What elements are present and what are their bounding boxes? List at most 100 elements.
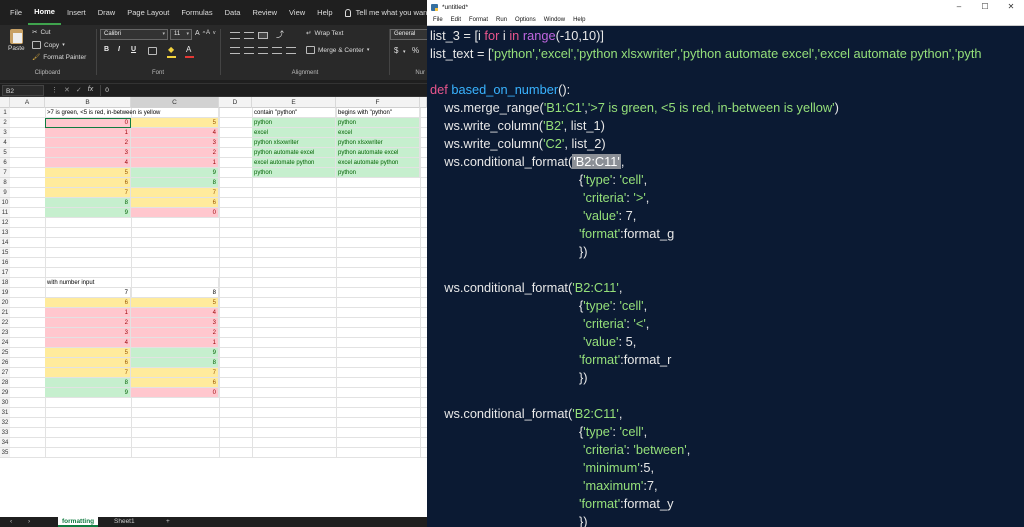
code-editor[interactable]: list_3 = [i for i in range(-10,10)] list… <box>427 27 1024 527</box>
text-cell[interactable]: python <box>336 118 420 128</box>
data-cell[interactable]: 3 <box>45 328 131 338</box>
data-cell[interactable]: 5 <box>45 168 131 178</box>
data-cell[interactable]: 0 <box>45 118 131 128</box>
data-cell[interactable]: 6 <box>45 358 131 368</box>
italic-button[interactable]: I <box>118 46 120 53</box>
data-cell[interactable]: 2 <box>45 318 131 328</box>
section-title-cell[interactable]: with number input <box>45 278 219 288</box>
sheet-tab-sheet1[interactable]: Sheet1 <box>110 517 139 527</box>
data-cell[interactable]: 0 <box>131 388 219 398</box>
column-f-header[interactable]: begins with "python" <box>336 108 420 118</box>
data-cell[interactable]: 4 <box>131 308 219 318</box>
text-cell[interactable]: excel automate python <box>336 158 420 168</box>
increase-font-button[interactable]: A ^ <box>195 30 205 37</box>
data-cell[interactable]: 1 <box>45 128 131 138</box>
column-e-header[interactable]: contain "python" <box>252 108 336 118</box>
idle-menu-format[interactable]: Format <box>465 17 492 23</box>
align-bottom-icon[interactable] <box>258 32 268 39</box>
text-cell[interactable]: python automate excel <box>252 148 336 158</box>
data-cell[interactable]: 4 <box>45 338 131 348</box>
data-cell[interactable]: 8 <box>131 358 219 368</box>
next-sheet-icon[interactable]: › <box>24 517 34 527</box>
data-cell[interactable]: 4 <box>45 158 131 168</box>
data-cell[interactable]: 9 <box>131 168 219 178</box>
borders-icon[interactable] <box>148 47 157 55</box>
menu-insert[interactable]: Insert <box>61 0 92 25</box>
data-cell[interactable]: 9 <box>131 348 219 358</box>
data-cell[interactable]: 6 <box>131 378 219 388</box>
paste-button[interactable]: Paste <box>8 29 25 52</box>
data-cell[interactable]: 3 <box>131 318 219 328</box>
data-cell[interactable]: 2 <box>131 328 219 338</box>
text-cell[interactable]: python <box>252 168 336 178</box>
close-icon[interactable]: ✕ <box>998 0 1024 14</box>
data-cell[interactable]: 8 <box>45 378 131 388</box>
align-top-icon[interactable] <box>230 32 240 39</box>
data-cell[interactable]: 7 <box>45 288 131 298</box>
text-cell[interactable]: excel <box>252 128 336 138</box>
cancel-icon[interactable]: ✕ <box>64 86 70 94</box>
menu-help[interactable]: Help <box>311 0 338 25</box>
percent-button[interactable]: % <box>412 46 419 55</box>
maximize-icon[interactable]: ☐ <box>972 0 998 14</box>
number-format-dropdown[interactable]: General <box>390 29 427 40</box>
data-cell[interactable]: 8 <box>45 198 131 208</box>
text-cell[interactable]: python automate excel <box>336 148 420 158</box>
copy-button[interactable]: Copy ▾ <box>32 41 65 49</box>
fill-color-icon[interactable]: ◆ <box>168 45 174 54</box>
text-cell[interactable]: excel automate python <box>252 158 336 168</box>
align-left-icon[interactable] <box>230 47 240 54</box>
align-right-icon[interactable] <box>258 47 268 54</box>
data-cell[interactable]: 2 <box>131 148 219 158</box>
data-cell[interactable]: 5 <box>131 298 219 308</box>
data-cell[interactable]: 8 <box>131 178 219 188</box>
data-cell[interactable]: 1 <box>131 158 219 168</box>
text-cell[interactable]: excel <box>336 128 420 138</box>
align-center-icon[interactable] <box>244 47 254 54</box>
data-cell[interactable]: 7 <box>131 188 219 198</box>
data-cell[interactable]: 1 <box>131 338 219 348</box>
spreadsheet-grid[interactable]: A B C D E F 1 2 3 4 5 6 7 8 9 10 11 12 13 14 15 16 17 18 1… <box>0 97 427 517</box>
text-cell[interactable]: python xlsxwriter <box>252 138 336 148</box>
increase-indent-icon[interactable] <box>286 47 296 54</box>
data-cell[interactable]: 3 <box>131 138 219 148</box>
data-cell[interactable]: 9 <box>45 388 131 398</box>
formula-input[interactable]: 0 <box>100 84 427 96</box>
idle-menu-file[interactable]: File <box>429 17 447 23</box>
underline-button[interactable]: U <box>131 46 136 53</box>
font-size-dropdown[interactable]: 11 ▾ <box>170 29 192 40</box>
merge-center-button[interactable]: Merge & Center ▾ <box>306 46 369 54</box>
format-painter-button[interactable]: 🖌 Format Painter <box>32 53 86 62</box>
idle-menu-run[interactable]: Run <box>492 17 511 23</box>
data-cell[interactable]: 6 <box>45 178 131 188</box>
data-cell[interactable]: 4 <box>131 128 219 138</box>
idle-menu-help[interactable]: Help <box>569 17 589 23</box>
data-cell[interactable]: 5 <box>45 348 131 358</box>
data-cell[interactable]: 7 <box>45 188 131 198</box>
menu-formulas[interactable]: Formulas <box>175 0 218 25</box>
bold-button[interactable]: B <box>104 46 109 53</box>
text-cell[interactable]: python <box>336 168 420 178</box>
prev-sheet-icon[interactable]: ‹ <box>6 517 16 527</box>
data-cell[interactable]: 6 <box>131 198 219 208</box>
currency-button[interactable]: $ <box>394 46 398 55</box>
idle-menu-window[interactable]: Window <box>540 17 569 23</box>
insert-function-icon[interactable]: fx <box>88 86 93 94</box>
menu-home[interactable]: Home <box>28 0 61 25</box>
merged-title-cell[interactable]: >7 is green, <5 is red, in-between is ye… <box>45 108 219 118</box>
menu-page-layout[interactable]: Page Layout <box>121 0 175 25</box>
wrap-text-button[interactable]: ↵ Wrap Text <box>306 29 343 38</box>
minimize-icon[interactable]: – <box>946 0 972 14</box>
menu-data[interactable]: Data <box>219 0 247 25</box>
idle-menu-edit[interactable]: Edit <box>447 17 465 23</box>
data-cell[interactable]: 0 <box>131 208 219 218</box>
idle-menu-options[interactable]: Options <box>511 17 540 23</box>
font-name-dropdown[interactable]: Calibri ▾ <box>100 29 168 40</box>
data-cell[interactable]: 8 <box>131 288 219 298</box>
text-cell[interactable]: python <box>252 118 336 128</box>
data-cell[interactable]: 2 <box>45 138 131 148</box>
data-cell[interactable]: 5 <box>131 118 219 128</box>
data-cell[interactable]: 1 <box>45 308 131 318</box>
name-box[interactable]: B2 <box>2 84 44 96</box>
data-cell[interactable]: 7 <box>131 368 219 378</box>
